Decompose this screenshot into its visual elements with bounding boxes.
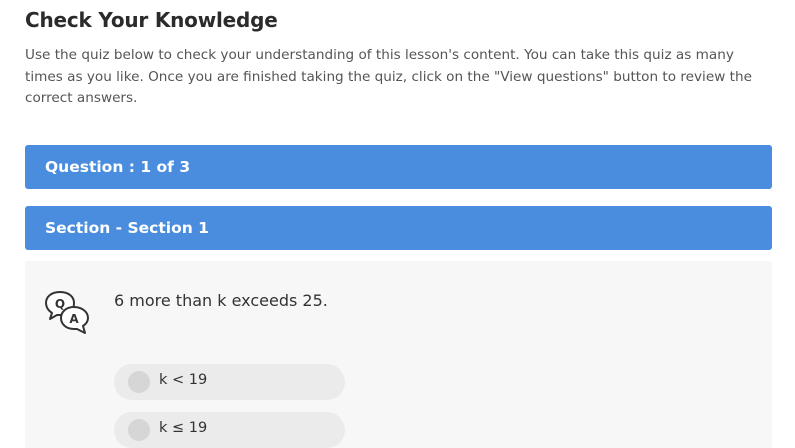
answer-option-label-1: k < 19 [159, 372, 208, 388]
answer-option-1[interactable]: k < 19 [114, 364, 345, 400]
quiz-page: Check Your Knowledge Use the quiz below … [0, 0, 795, 448]
svg-text:A: A [69, 312, 79, 326]
question-counter-bar: Question : 1 of 3 [25, 145, 772, 189]
answer-option-label-2: k ≤ 19 [159, 420, 208, 436]
section-header-bar[interactable]: Section - Section 1 [25, 206, 772, 250]
svg-text:Q: Q [55, 297, 65, 311]
section-header-label: Section - Section 1 [45, 219, 209, 237]
question-text: 6 more than k exceeds 25. [114, 291, 328, 310]
page-title: Check Your Knowledge [25, 8, 278, 32]
question-counter-label: Question : 1 of 3 [45, 158, 191, 176]
answer-option-2[interactable]: k ≤ 19 [114, 412, 345, 448]
qa-speech-bubbles-icon: Q A [45, 291, 89, 334]
intro-text: Use the quiz below to check your underst… [25, 47, 752, 106]
radio-button-2[interactable] [128, 419, 150, 441]
radio-button-1[interactable] [128, 371, 150, 393]
